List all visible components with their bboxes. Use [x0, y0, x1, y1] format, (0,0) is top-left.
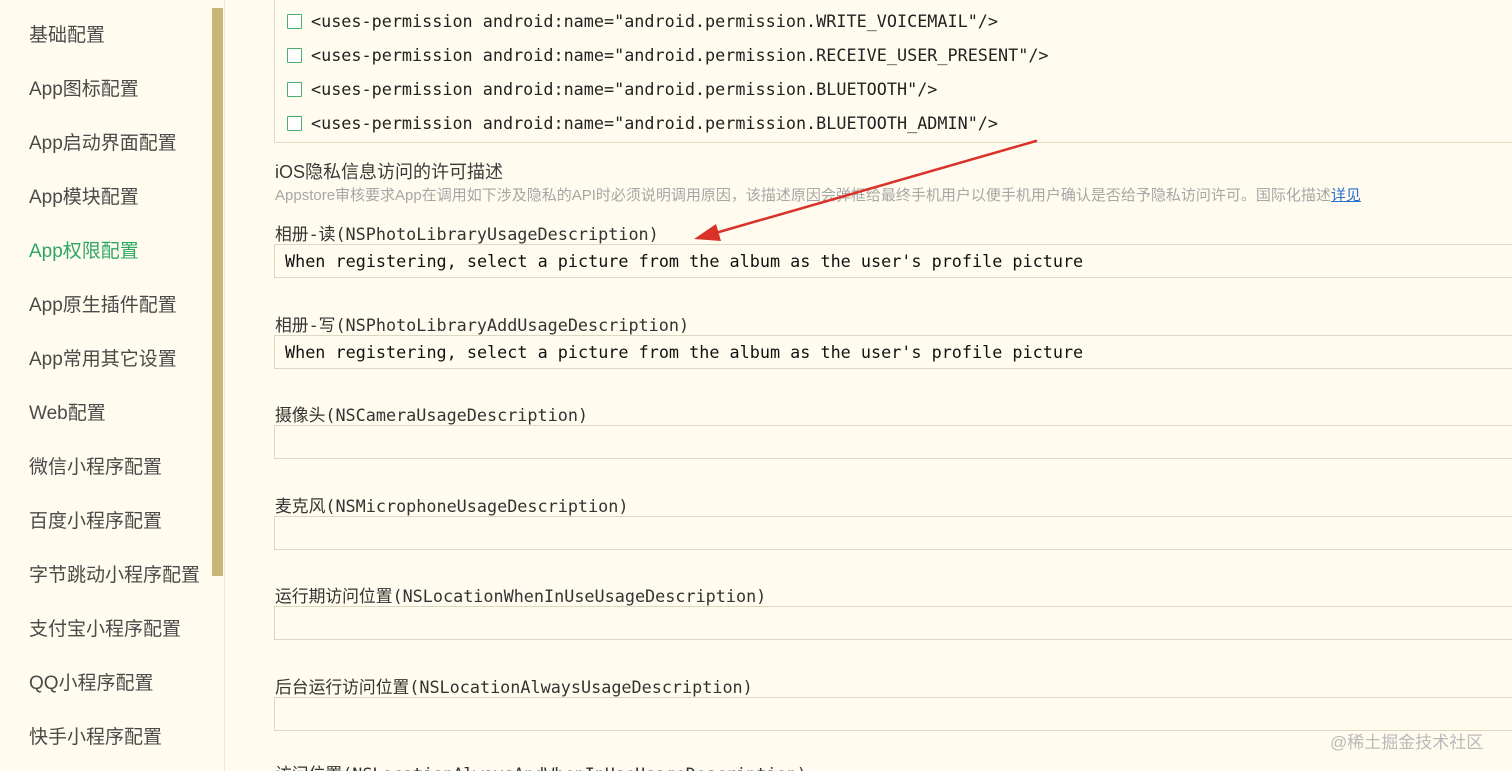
sidebar-item-weixin-mp[interactable]: 微信小程序配置 — [0, 441, 200, 495]
permission-text: <uses-permission android:name="android.p… — [311, 11, 999, 31]
permission-checkbox[interactable] — [287, 81, 302, 97]
sidebar-item-bytedance-mp[interactable]: 字节跳动小程序配置 — [0, 549, 200, 603]
sidebar-item-app-other-settings[interactable]: App常用其它设置 — [0, 333, 200, 387]
field-label-location-always: 后台运行访问位置(NSLocationAlwaysUsageDescriptio… — [275, 677, 753, 697]
ios-section-description: Appstore审核要求App在调用如下涉及隐私的API时必须说明调用原因，该描… — [275, 184, 1361, 205]
camera-input[interactable] — [274, 425, 1512, 459]
sidebar-item-qq-mp[interactable]: QQ小程序配置 — [0, 657, 200, 711]
location-always-input[interactable] — [274, 697, 1512, 731]
android-permission-list: <uses-permission android:name="android.p… — [274, 0, 1512, 143]
sidebar-item-app-splash[interactable]: App启动界面配置 — [0, 117, 200, 171]
field-label-microphone: 麦克风(NSMicrophoneUsageDescription) — [275, 496, 629, 516]
sidebar-item-alipay-mp[interactable]: 支付宝小程序配置 — [0, 603, 200, 657]
sidebar-item-app-permissions[interactable]: App权限配置 — [0, 225, 200, 279]
main-content: <uses-permission android:name="android.p… — [224, 0, 1512, 771]
sidebar-item-app-native-plugins[interactable]: App原生插件配置 — [0, 279, 200, 333]
permission-checkbox[interactable] — [287, 13, 302, 29]
field-label-photo-read: 相册-读(NSPhotoLibraryUsageDescription) — [275, 224, 659, 244]
app-window: 基础配置 App图标配置 App启动界面配置 App模块配置 App权限配置 A… — [0, 0, 1512, 771]
sidebar-item-app-icon[interactable]: App图标配置 — [0, 63, 200, 117]
ios-section-title: iOS隐私信息访问的许可描述 — [275, 162, 504, 182]
permission-text: <uses-permission android:name="android.p… — [311, 113, 999, 133]
permission-checkbox[interactable] — [287, 47, 302, 63]
permission-text: <uses-permission android:name="android.p… — [311, 45, 1049, 65]
permission-row: <uses-permission android:name="android.p… — [287, 42, 1049, 68]
field-label-location-always-and-when-in-use: 访问位置(NSLocationAlwaysAndWhenInUseUsageDe… — [275, 761, 807, 771]
location-when-in-use-input[interactable] — [274, 606, 1512, 640]
field-label-location-when-in-use: 运行期访问位置(NSLocationWhenInUseUsageDescript… — [275, 586, 767, 606]
photo-read-input[interactable]: When registering, select a picture from … — [274, 244, 1512, 278]
photo-write-input[interactable]: When registering, select a picture from … — [274, 335, 1512, 369]
sidebar-menu: 基础配置 App图标配置 App启动界面配置 App模块配置 App权限配置 A… — [0, 9, 200, 765]
ios-description-text: Appstore审核要求App在调用如下涉及隐私的API时必须说明调用原因，该描… — [275, 187, 1331, 204]
microphone-input[interactable] — [274, 516, 1512, 550]
details-link[interactable]: 详见 — [1331, 187, 1361, 204]
permission-text: <uses-permission android:name="android.p… — [311, 79, 938, 99]
sidebar-scrollbar[interactable] — [212, 8, 223, 576]
field-label-camera: 摄像头(NSCameraUsageDescription) — [275, 405, 589, 425]
sidebar-item-web[interactable]: Web配置 — [0, 387, 200, 441]
permission-row: <uses-permission android:name="android.p… — [287, 8, 998, 34]
sidebar-item-baidu-mp[interactable]: 百度小程序配置 — [0, 495, 200, 549]
watermark: @稀土掘金技术社区 — [1330, 733, 1484, 752]
sidebar-item-kuaishou-mp[interactable]: 快手小程序配置 — [0, 711, 200, 765]
permission-row: <uses-permission android:name="android.p… — [287, 110, 998, 136]
field-label-photo-write: 相册-写(NSPhotoLibraryAddUsageDescription) — [275, 315, 690, 335]
permission-checkbox[interactable] — [287, 115, 302, 131]
permission-row: <uses-permission android:name="android.p… — [287, 76, 937, 102]
sidebar: 基础配置 App图标配置 App启动界面配置 App模块配置 App权限配置 A… — [0, 0, 225, 771]
sidebar-item-app-modules[interactable]: App模块配置 — [0, 171, 200, 225]
sidebar-item-basic[interactable]: 基础配置 — [0, 9, 200, 63]
